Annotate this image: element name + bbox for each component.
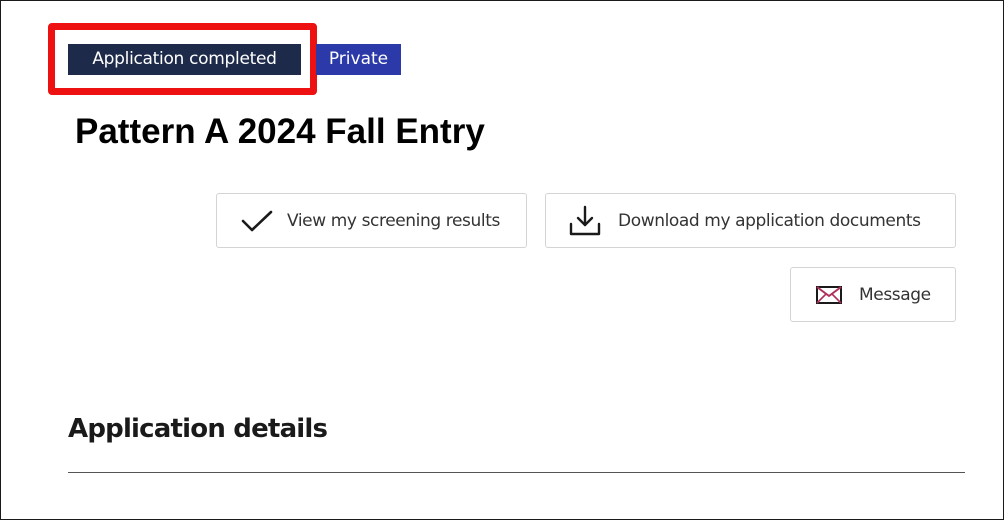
envelope-icon xyxy=(815,285,843,305)
message-label: Message xyxy=(859,284,931,305)
checkmark-icon xyxy=(241,210,273,232)
message-button[interactable]: Message xyxy=(790,267,956,322)
visibility-badge: Private xyxy=(316,44,401,75)
download-documents-label: Download my application documents xyxy=(618,210,921,231)
page-title: Pattern A 2024 Fall Entry xyxy=(75,112,485,151)
download-documents-button[interactable]: Download my application documents xyxy=(545,193,956,248)
application-details-heading: Application details xyxy=(68,414,328,444)
status-badge: Application completed xyxy=(68,44,301,75)
view-screening-results-label: View my screening results xyxy=(287,210,500,231)
view-screening-results-button[interactable]: View my screening results xyxy=(216,193,527,248)
section-divider xyxy=(68,472,965,473)
download-icon xyxy=(568,205,602,237)
